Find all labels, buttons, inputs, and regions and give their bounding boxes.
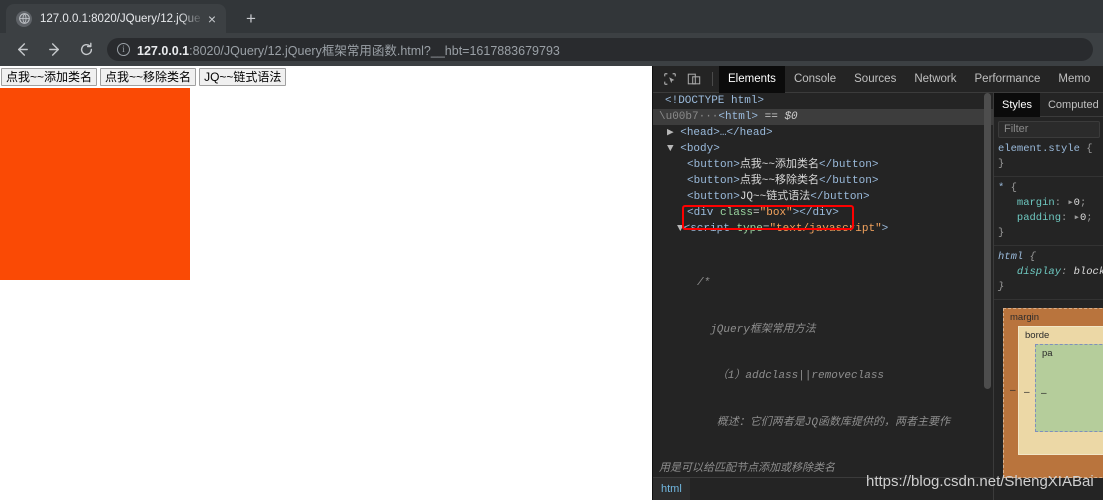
tab-computed[interactable]: Computed (1040, 93, 1103, 117)
box-model-border[interactable]: borde – pa – (1018, 326, 1103, 455)
dom-div-tag: <div (687, 207, 714, 219)
tab-performance[interactable]: Performance (966, 66, 1050, 93)
tab-sources[interactable]: Sources (845, 66, 905, 93)
tab-network[interactable]: Network (905, 66, 965, 93)
prop-padding[interactable]: padding (1017, 212, 1061, 224)
tab-title: 127.0.0.1:8020/JQuery/12.jQue (40, 12, 201, 25)
dom-scrollbar[interactable] (984, 93, 991, 477)
address-bar[interactable]: i 127.0.0.1:8020/JQuery/12.jQuery框架常用函数.… (107, 38, 1093, 61)
dom-doctype-text: <!DOCTYPE html> (665, 95, 765, 107)
site-info-icon[interactable]: i (117, 43, 130, 56)
reload-icon[interactable] (73, 37, 99, 63)
tab-elements[interactable]: Elements (719, 65, 785, 93)
dom-button-node[interactable]: <button>JQ~~链式语法</button> (653, 189, 993, 205)
style-rule-html[interactable]: html { display: block } (994, 246, 1103, 300)
dom-script-node[interactable]: ▼<script type="text/javascript"> (653, 221, 993, 237)
tab-console[interactable]: Console (785, 66, 845, 93)
chevron-right-icon[interactable]: ▶ (667, 127, 674, 139)
dom-div-attr: class (720, 207, 754, 219)
dom-div-close: ></div> (792, 207, 839, 219)
page-viewport: 点我~~添加类名 点我~~移除类名 JQ~~链式语法 (0, 66, 652, 500)
dom-button-1-text: 点我~~移除类名 (739, 175, 820, 187)
address-bar-text: 127.0.0.1:8020/JQuery/12.jQuery框架常用函数.ht… (137, 40, 560, 59)
browser-window: 127.0.0.1:8020/JQuery/12.jQue × + i 127.… (0, 0, 1103, 500)
style-rule-element[interactable]: element.style { } (994, 138, 1103, 177)
selector-html: html (998, 251, 1024, 263)
inspect-element-icon[interactable] (658, 67, 682, 91)
device-toolbar-icon[interactable] (682, 67, 706, 91)
browser-toolbar: i 127.0.0.1:8020/JQuery/12.jQuery框架常用函数.… (0, 33, 1103, 66)
tab-styles[interactable]: Styles (994, 93, 1040, 117)
dom-tree[interactable]: <!DOCTYPE html> \u00b7···<html> == $0 ▶ … (653, 93, 993, 477)
prop-margin[interactable]: margin (1017, 197, 1055, 209)
prop-display[interactable]: display (1017, 266, 1061, 278)
dom-button-0-text: 点我~~添加类名 (739, 159, 820, 171)
chevron-down-icon[interactable]: ▼ (677, 223, 684, 235)
tab-strip: 127.0.0.1:8020/JQuery/12.jQue × + (0, 0, 1103, 33)
orange-box-div (0, 88, 190, 280)
address-host: 127.0.0.1 (137, 44, 190, 58)
dom-body-node[interactable]: ▼ <body> (653, 141, 993, 157)
styles-tab-row: Styles Computed (994, 93, 1103, 117)
tab-memory[interactable]: Memo (1049, 66, 1099, 93)
dom-script-close: > (881, 223, 889, 235)
border-value-dash[interactable]: – (1024, 387, 1030, 398)
selector-element-style: element.style (998, 143, 1080, 155)
comment-line: jQuery框架常用方法 (697, 323, 816, 336)
dom-button-2-text: JQ~~链式语法 (739, 191, 811, 203)
comment-line: （1）addclass||removeclass (697, 370, 885, 382)
remove-class-button[interactable]: 点我~~移除类名 (100, 68, 197, 86)
dom-html-marker: == $0 (764, 111, 798, 123)
script-comment-block: /* jQuery框架常用方法 （1）addclass||removeclass… (653, 237, 993, 477)
comment-line: /* (697, 277, 711, 289)
padding-value-dash[interactable]: – (1041, 388, 1047, 399)
dom-script-tag: <script (683, 223, 730, 235)
devtools-panel: Elements Console Sources Network Perform… (652, 65, 1103, 500)
style-rule-universal[interactable]: * { margin: ▸0; padding: ▸0; } (994, 177, 1103, 246)
devtools-toolbar: Elements Console Sources Network Perform… (653, 65, 1103, 93)
dom-body-text: <body> (680, 143, 720, 155)
dom-script-attr: type (736, 223, 763, 235)
add-class-button[interactable]: 点我~~添加类名 (1, 68, 98, 86)
box-model-border-label: borde (1025, 330, 1050, 341)
dom-div-value: "box" (759, 207, 793, 219)
dom-head-text: <head>…</head> (680, 127, 773, 139)
toolbar-divider (712, 72, 713, 86)
box-model-diagram: margin – borde – pa – (1003, 308, 1103, 478)
globe-icon (16, 10, 32, 27)
chain-syntax-button[interactable]: JQ~~链式语法 (199, 68, 287, 86)
forward-icon[interactable] (41, 37, 67, 63)
dom-div-node[interactable]: <div class="box"></div> (653, 205, 993, 221)
dom-expand-dots: ··· (698, 111, 719, 123)
box-model-margin[interactable]: margin – borde – pa – (1003, 308, 1103, 478)
dom-button-node[interactable]: <button>点我~~添加类名</button> (653, 157, 993, 173)
new-tab-button[interactable]: + (240, 8, 262, 30)
styles-filter-input[interactable]: Filter (998, 121, 1100, 138)
value-display[interactable]: block (1074, 266, 1103, 278)
box-model-padding-label: pa (1042, 348, 1053, 359)
dom-html-node[interactable]: \u00b7···<html> == $0 (653, 109, 993, 125)
comment-line: 概述：它们两者是JQ函数库提供的，两者主要作 (697, 416, 951, 429)
browser-tab[interactable]: 127.0.0.1:8020/JQuery/12.jQue × (6, 4, 226, 33)
styles-sidebar: Styles Computed Filter element.style { }… (993, 93, 1103, 500)
watermark-text: https://blog.csdn.net/ShengXIABai (866, 473, 1094, 490)
page-button-row: 点我~~添加类名 点我~~移除类名 JQ~~链式语法 (0, 66, 652, 86)
dom-head-node[interactable]: ▶ <head>…</head> (653, 125, 993, 141)
chevron-down-icon[interactable]: ▼ (667, 143, 674, 155)
address-path: :8020/JQuery/12.jQuery框架常用函数.html?__hbt=… (189, 44, 560, 58)
dom-doctype: <!DOCTYPE html> (653, 93, 993, 109)
box-model-margin-label: margin (1010, 312, 1040, 323)
margin-value-dash[interactable]: – (1010, 385, 1016, 396)
close-icon[interactable]: × (204, 11, 220, 27)
dom-button-node[interactable]: <button>点我~~移除类名</button> (653, 173, 993, 189)
dom-script-value: "text/javascript" (769, 223, 882, 235)
back-icon[interactable] (9, 37, 35, 63)
breadcrumb-item-html[interactable]: html (653, 477, 690, 500)
scrollbar-thumb[interactable] (984, 93, 991, 389)
dom-html-tag: <html> (718, 111, 759, 123)
box-model-padding[interactable]: pa – (1035, 344, 1103, 432)
